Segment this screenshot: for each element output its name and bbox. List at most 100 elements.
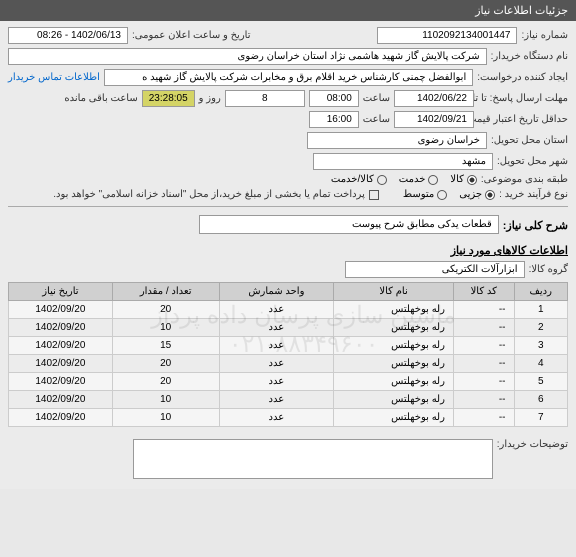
cell-code: --: [453, 373, 514, 391]
radio-icon: [467, 175, 477, 185]
city-value: مشهد: [313, 153, 493, 170]
radio-both[interactable]: کالا/خدمت: [331, 174, 387, 185]
cell-itemname: رله بوخهلتس: [334, 319, 454, 337]
process-radio-group: جزیی متوسط: [403, 189, 495, 200]
cell-unit: عدد: [219, 355, 334, 373]
cell-qty: 20: [112, 355, 219, 373]
cell-date: 1402/09/20: [9, 337, 113, 355]
panel-title: جزئیات اطلاعات نیاز: [475, 5, 568, 17]
cell-unit: عدد: [219, 409, 334, 427]
radio-icon: [437, 190, 447, 200]
desc-value: قطعات یدکی مطابق شرح پیوست: [199, 215, 499, 234]
deadline-label: مهلت ارسال پاسخ: تا تاریخ:: [478, 93, 568, 104]
cell-unit: عدد: [219, 373, 334, 391]
cell-n: 4: [514, 355, 568, 373]
cell-code: --: [453, 319, 514, 337]
col-code: کد کالا: [453, 283, 514, 301]
col-date: تاریخ نیاز: [9, 283, 113, 301]
cell-itemname: رله بوخهلتس: [334, 355, 454, 373]
cell-code: --: [453, 301, 514, 319]
radio-goods[interactable]: کالا: [450, 174, 477, 185]
validity-label: حداقل تاریخ اعتبار قیمت: تا تاریخ:: [478, 114, 568, 125]
radio-icon: [485, 190, 495, 200]
items-table: ردیف کد کالا نام کالا واحد شمارش تعداد /…: [8, 282, 568, 427]
process-label: نوع فرآیند خرید :: [499, 189, 568, 200]
remaining-time: 23:28:05: [142, 90, 195, 107]
province-value: خراسان رضوی: [307, 132, 487, 149]
time-label-2: ساعت: [363, 114, 390, 125]
cell-qty: 15: [112, 337, 219, 355]
group-label: گروه کالا:: [529, 264, 568, 275]
creator-label: ایجاد کننده درخواست:: [477, 72, 568, 83]
cell-code: --: [453, 409, 514, 427]
table-row[interactable]: 5--رله بوخهلتسعدد201402/09/20: [9, 373, 568, 391]
radio-service[interactable]: خدمت: [399, 174, 439, 185]
cell-itemname: رله بوخهلتس: [334, 373, 454, 391]
payment-note: پرداخت تمام یا بخشی از مبلغ خرید،از محل …: [53, 189, 365, 200]
province-label: استان محل تحویل:: [491, 135, 568, 146]
col-row: ردیف: [514, 283, 568, 301]
announce-value: 1402/06/13 - 08:26: [8, 27, 128, 44]
cell-code: --: [453, 337, 514, 355]
cell-date: 1402/09/20: [9, 409, 113, 427]
deadline-date: 1402/06/22: [394, 90, 474, 107]
table-row[interactable]: 1--رله بوخهلتسعدد201402/09/20: [9, 301, 568, 319]
cell-code: --: [453, 391, 514, 409]
radio-partial[interactable]: جزیی: [459, 189, 495, 200]
table-row[interactable]: 3--رله بوخهلتسعدد151402/09/20: [9, 337, 568, 355]
table-row[interactable]: 2--رله بوخهلتسعدد101402/09/20: [9, 319, 568, 337]
cell-n: 3: [514, 337, 568, 355]
need-number-value: 1102092134001447: [377, 27, 517, 44]
radio-medium[interactable]: متوسط: [403, 189, 447, 200]
radio-icon: [428, 175, 438, 185]
payment-checkbox[interactable]: [369, 190, 379, 200]
cell-qty: 10: [112, 391, 219, 409]
table-row[interactable]: 6--رله بوخهلتسعدد101402/09/20: [9, 391, 568, 409]
cell-date: 1402/09/20: [9, 301, 113, 319]
cell-qty: 20: [112, 373, 219, 391]
table-row[interactable]: 4--رله بوخهلتسعدد201402/09/20: [9, 355, 568, 373]
cell-unit: عدد: [219, 391, 334, 409]
city-label: شهر محل تحویل:: [497, 156, 568, 167]
desc-label: شرح کلی نیاز:: [503, 219, 568, 232]
category-radio-group: کالا خدمت کالا/خدمت: [331, 174, 477, 185]
days-label: روز و: [199, 93, 221, 104]
table-row[interactable]: 7--رله بوخهلتسعدد101402/09/20: [9, 409, 568, 427]
buyer-label: نام دستگاه خریدار:: [491, 51, 568, 62]
cell-n: 7: [514, 409, 568, 427]
cell-unit: عدد: [219, 301, 334, 319]
cell-date: 1402/09/20: [9, 355, 113, 373]
announce-label: تاریخ و ساعت اعلان عمومی:: [132, 30, 251, 41]
cell-date: 1402/09/20: [9, 319, 113, 337]
creator-value: ابوالفضل چمنی کارشناس خرید اقلام برق و م…: [104, 69, 473, 86]
col-unit: واحد شمارش: [219, 283, 334, 301]
days-count: 8: [225, 90, 305, 107]
cell-unit: عدد: [219, 337, 334, 355]
validity-time: 16:00: [309, 111, 359, 128]
cell-qty: 10: [112, 319, 219, 337]
time-label-1: ساعت: [363, 93, 390, 104]
buyer-value: شرکت پالایش گاز شهید هاشمی نژاد استان خر…: [8, 48, 487, 65]
cell-n: 1: [514, 301, 568, 319]
cell-code: --: [453, 355, 514, 373]
cell-itemname: رله بوخهلتس: [334, 409, 454, 427]
buyer-notes-box: [133, 439, 493, 479]
cell-itemname: رله بوخهلتس: [334, 391, 454, 409]
items-header: اطلاعات کالاهای مورد نیاز: [8, 244, 568, 257]
cell-date: 1402/09/20: [9, 373, 113, 391]
col-qty: تعداد / مقدار: [112, 283, 219, 301]
cell-n: 6: [514, 391, 568, 409]
buyer-notes-label: توضیحات خریدار:: [497, 439, 568, 450]
category-label: طبقه بندی موضوعی:: [481, 174, 568, 185]
deadline-time: 08:00: [309, 90, 359, 107]
cell-itemname: رله بوخهلتس: [334, 301, 454, 319]
need-number-label: شماره نیاز:: [521, 30, 568, 41]
contact-link[interactable]: اطلاعات تماس خریدار: [8, 72, 100, 83]
cell-itemname: رله بوخهلتس: [334, 337, 454, 355]
cell-n: 5: [514, 373, 568, 391]
cell-unit: عدد: [219, 319, 334, 337]
cell-n: 2: [514, 319, 568, 337]
cell-date: 1402/09/20: [9, 391, 113, 409]
validity-date: 1402/09/21: [394, 111, 474, 128]
remaining-label: ساعت باقی مانده: [64, 93, 137, 104]
